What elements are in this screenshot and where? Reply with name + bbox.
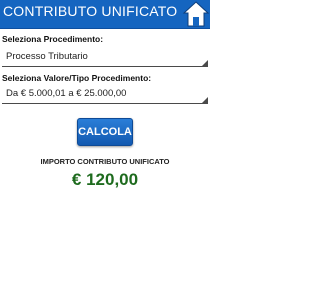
procedimento-select[interactable]: Processo Tributario <box>2 48 208 67</box>
procedimento-select-value: Processo Tributario <box>6 51 88 62</box>
dropdown-arrow-icon <box>202 60 208 66</box>
app-header: CONTRIBUTO UNIFICATO <box>0 0 210 29</box>
result-value: € 120,00 <box>71 170 139 189</box>
valore-label: Seleziona Valore/Tipo Procedimento: <box>2 73 152 83</box>
result-label: IMPORTO CONTRIBUTO UNIFICATO <box>40 157 170 166</box>
app-title: CONTRIBUTO UNIFICATO <box>3 3 178 19</box>
valore-select[interactable]: Da € 5.000,01 a € 25.000,00 <box>2 85 208 104</box>
dropdown-arrow-icon <box>202 97 208 103</box>
valore-select-value: Da € 5.000,01 a € 25.000,00 <box>6 88 127 99</box>
procedimento-label: Seleziona Procedimento: <box>2 34 104 44</box>
calcola-button[interactable]: CALCOLA <box>77 118 133 146</box>
home-button[interactable] <box>182 0 210 28</box>
home-icon <box>182 1 210 27</box>
